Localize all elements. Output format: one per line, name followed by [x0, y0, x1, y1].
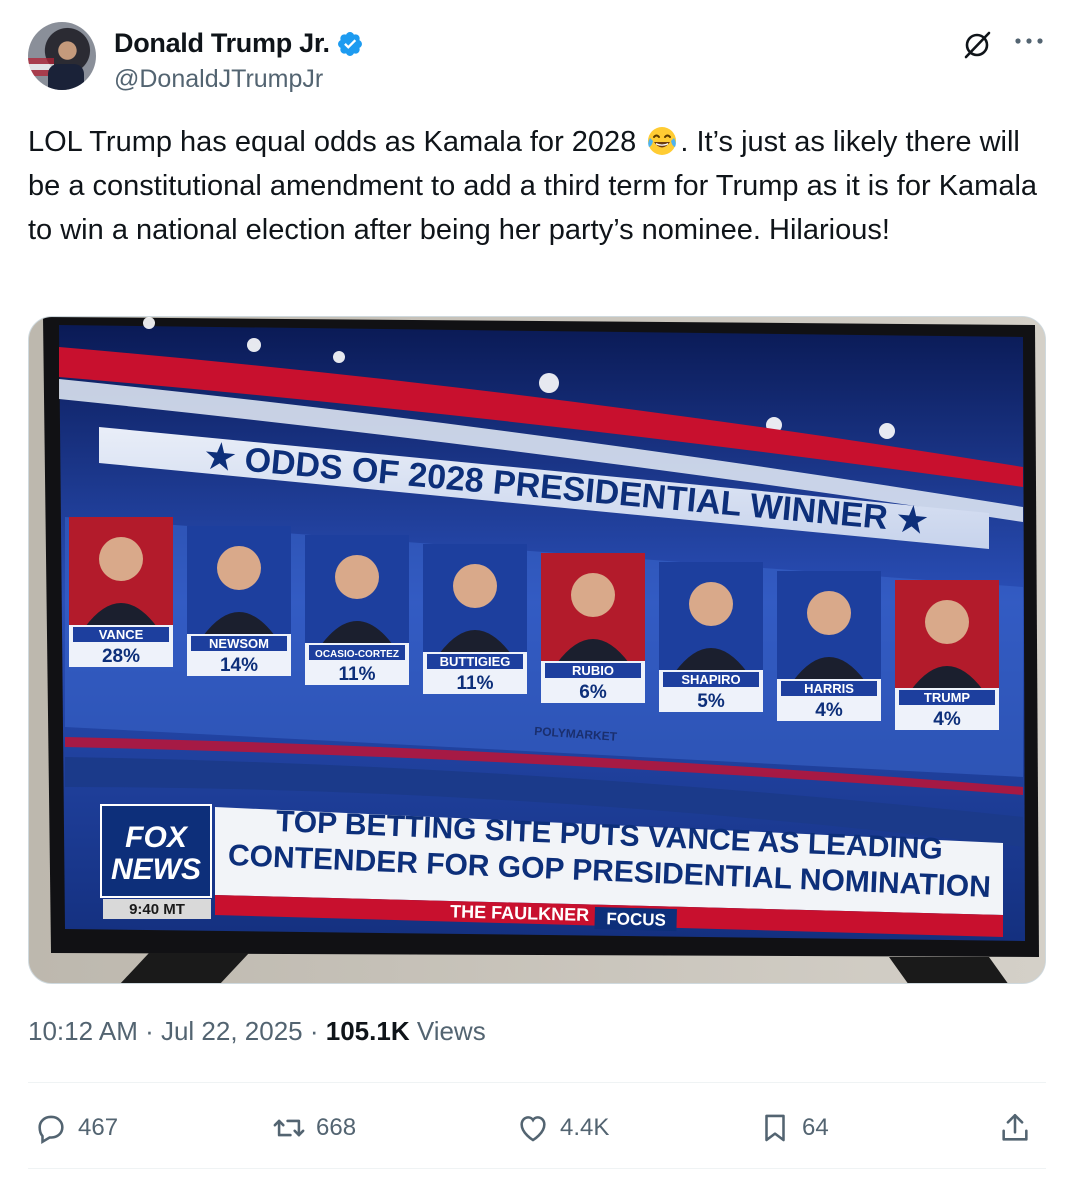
candidate-name: HARRIS	[804, 681, 854, 696]
reply-button[interactable]: 467	[34, 1100, 118, 1156]
tweet-photo[interactable]: ★ ODDS OF 2028 PRESIDENTIAL WINNER ★ VAN…	[28, 316, 1046, 984]
candidate-head	[571, 573, 615, 617]
candidate-name: RUBIO	[572, 663, 614, 678]
meta-separator-2: ·	[302, 1016, 326, 1046]
candidate-card: SHAPIRO 5%	[659, 562, 763, 712]
candidate-odds: 5%	[697, 691, 725, 712]
candidate-name: SHAPIRO	[681, 672, 740, 687]
divider-bottom	[28, 1168, 1046, 1169]
share-button[interactable]	[998, 1100, 1032, 1156]
candidate-name: NEWSOM	[209, 636, 269, 651]
candidate-head	[335, 555, 379, 599]
share-icon	[1002, 1113, 1028, 1141]
fox-logo-line2: NEWS	[111, 853, 201, 886]
candidate-odds: 4%	[815, 700, 843, 721]
candidate-name: VANCE	[99, 627, 144, 642]
reply-icon	[38, 1115, 64, 1144]
tweet-text-part1: LOL Trump has equal odds as Kamala for 2…	[28, 126, 645, 158]
avatar-figure	[48, 64, 84, 90]
like-count: 4.4K	[560, 1114, 610, 1141]
repost-icon	[273, 1119, 305, 1137]
verified-badge-icon	[337, 31, 362, 56]
candidate-name: TRUMP	[924, 690, 971, 705]
tears-of-joy-emoji-icon	[648, 127, 677, 155]
bookmark-button[interactable]: 64	[758, 1100, 829, 1156]
tweet-time[interactable]: 10:12 AM	[28, 1016, 138, 1046]
clock-label: 9:40 MT	[129, 901, 185, 918]
tweet-text: LOL Trump has equal odds as Kamala for 2…	[28, 120, 1048, 252]
heart-icon	[520, 1116, 546, 1142]
author-name-row: Donald Trump Jr.	[114, 28, 364, 59]
tweet-meta: 10:12 AM · Jul 22, 2025 · 105.1K Views	[28, 1016, 486, 1047]
candidate-head	[217, 546, 261, 590]
candidate-card: NEWSOM 14%	[187, 526, 291, 676]
author-avatar[interactable]	[28, 22, 96, 90]
views-count: 105.1K	[325, 1016, 410, 1046]
candidate-name: BUTTIGIEG	[440, 654, 511, 669]
candidate-odds: 4%	[933, 709, 961, 730]
candidate-odds: 28%	[102, 646, 140, 667]
candidate-odds: 11%	[457, 673, 494, 694]
fox-logo-line1: FOX	[125, 821, 189, 854]
author-handle[interactable]: @DonaldJTrumpJr	[114, 65, 323, 94]
tweet-date[interactable]: Jul 22, 2025	[161, 1016, 303, 1046]
candidate-name: OCASIO-CORTEZ	[315, 649, 399, 660]
tweet-actions: 467 668 4.4K 64	[28, 1100, 1046, 1156]
meta-separator-1: ·	[137, 1016, 161, 1046]
show-name: THE FAULKNER	[450, 901, 589, 925]
show-tag: FOCUS	[606, 909, 666, 930]
bookmark-count: 64	[802, 1114, 829, 1141]
candidate-head	[99, 537, 143, 581]
reply-count: 467	[78, 1114, 119, 1141]
repost-count: 668	[316, 1114, 357, 1141]
candidate-card: TRUMP 4%	[895, 580, 999, 730]
author-display-name[interactable]: Donald Trump Jr.	[114, 28, 330, 59]
candidate-head	[807, 591, 851, 635]
bookmark-icon	[765, 1114, 785, 1142]
tweet-header: Donald Trump Jr. @DonaldJTrumpJr	[28, 20, 1048, 96]
like-button[interactable]: 4.4K	[516, 1100, 609, 1156]
candidate-odds: 14%	[220, 655, 258, 676]
candidate-card: RUBIO 6%	[541, 553, 645, 703]
views-label: Views	[409, 1016, 486, 1046]
divider-top	[28, 1082, 1046, 1083]
candidate-card: HARRIS 4%	[777, 571, 881, 721]
candidate-card: VANCE 28%	[69, 517, 173, 667]
candidate-head	[925, 600, 969, 644]
more-options-icon[interactable]	[1014, 36, 1044, 46]
repost-button[interactable]: 668	[272, 1100, 356, 1156]
grok-icon[interactable]	[962, 30, 992, 60]
tv-screen-photo: ★ ODDS OF 2028 PRESIDENTIAL WINNER ★ VAN…	[29, 317, 1045, 983]
candidate-odds: 6%	[579, 682, 607, 703]
candidate-head	[689, 582, 733, 626]
candidate-head	[453, 564, 497, 608]
candidate-card: BUTTIGIEG 11%	[423, 544, 527, 694]
candidate-odds: 11%	[339, 664, 376, 685]
candidate-card: OCASIO-CORTEZ 11%	[305, 535, 409, 685]
